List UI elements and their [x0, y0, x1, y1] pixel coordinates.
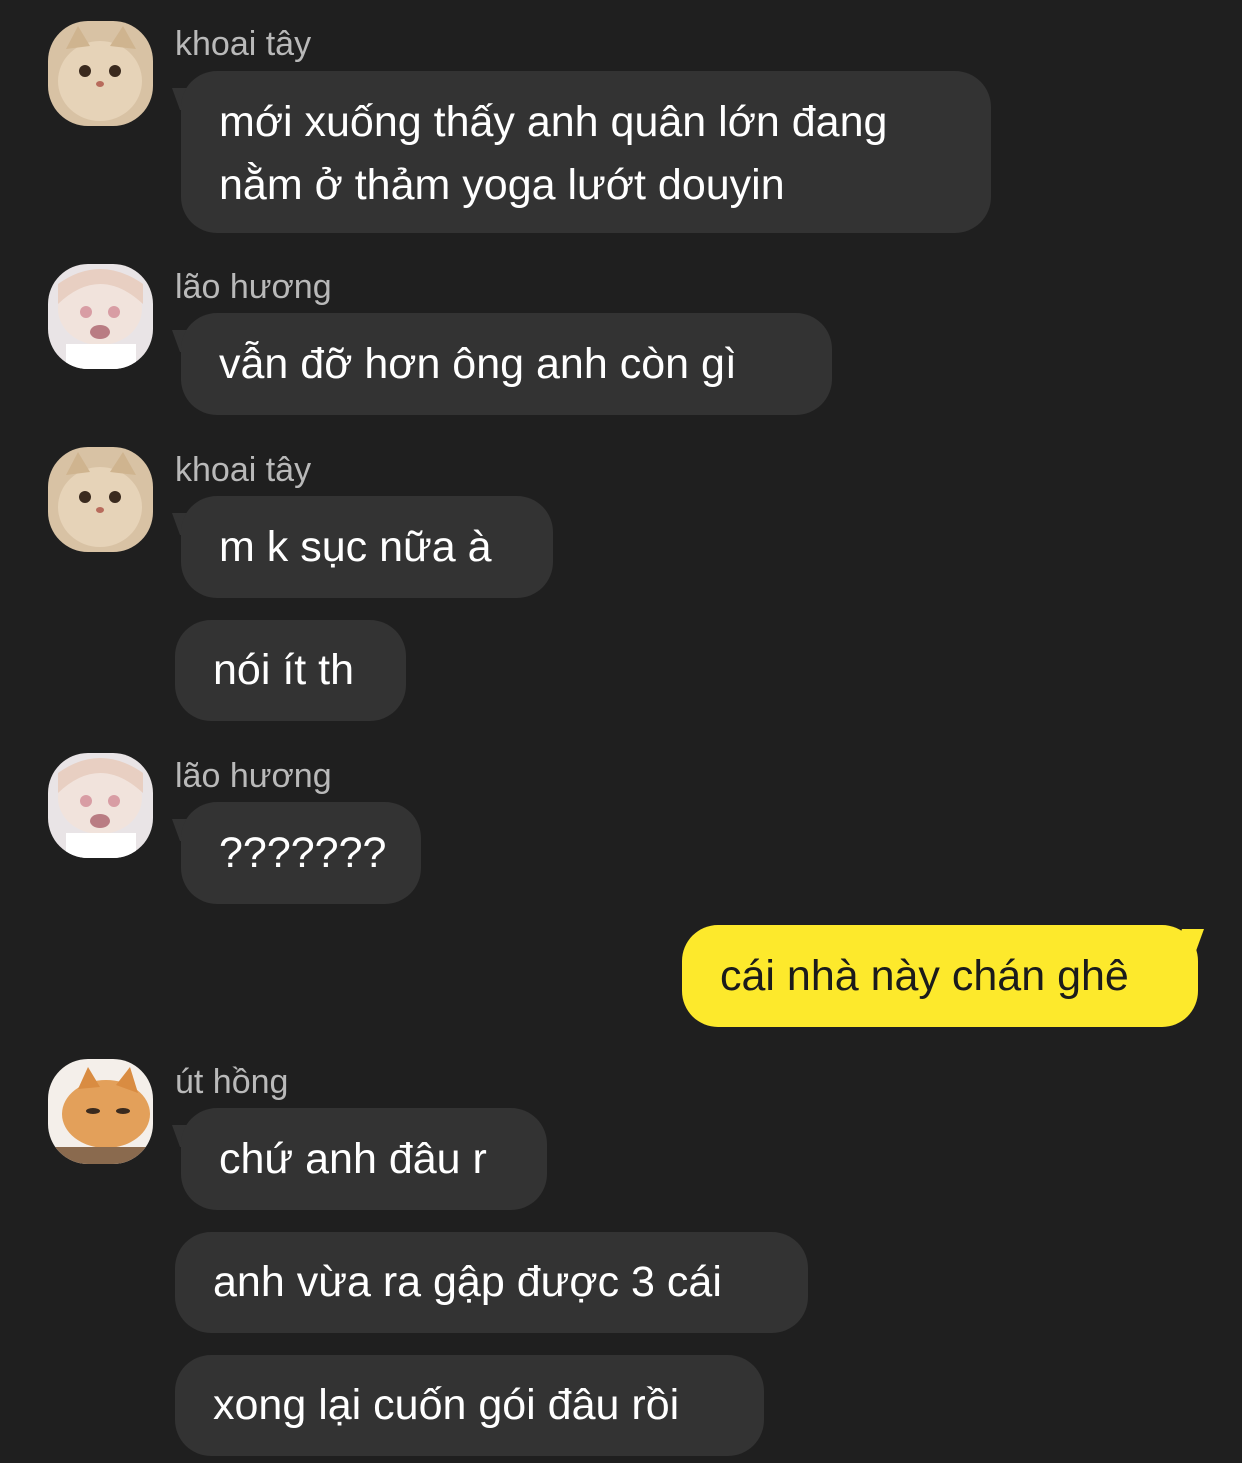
message-bubble[interactable]: ???????	[181, 802, 421, 904]
anime-girl-avatar-icon[interactable]	[48, 264, 153, 369]
sender-name: út hồng	[175, 1063, 289, 1101]
anime-girl-avatar-icon[interactable]	[48, 753, 153, 858]
my-message-bubble[interactable]: cái nhà này chán ghê	[682, 925, 1198, 1027]
message-bubble[interactable]: vẫn đỡ hơn ông anh còn gì	[181, 313, 832, 415]
sender-name: lão hương	[175, 268, 332, 306]
orange-cat-avatar-icon[interactable]	[48, 1059, 153, 1164]
message-bubble[interactable]: nói ít th	[175, 620, 406, 721]
message-bubble[interactable]: mới xuống thấy anh quân lớn đang nằm ở t…	[181, 71, 991, 233]
message-bubble[interactable]: chứ anh đâu r	[181, 1108, 547, 1210]
sender-name: lão hương	[175, 757, 332, 795]
message-bubble[interactable]: m k sục nữa à	[181, 496, 553, 598]
sender-name: khoai tây	[175, 451, 312, 489]
sender-name: khoai tây	[175, 25, 312, 63]
message-bubble[interactable]: xong lại cuốn gói đâu rồi	[175, 1355, 764, 1456]
message-bubble[interactable]: anh vừa ra gập được 3 cái	[175, 1232, 808, 1333]
cat-avatar-icon[interactable]	[48, 21, 153, 126]
cat-avatar-icon[interactable]	[48, 447, 153, 552]
